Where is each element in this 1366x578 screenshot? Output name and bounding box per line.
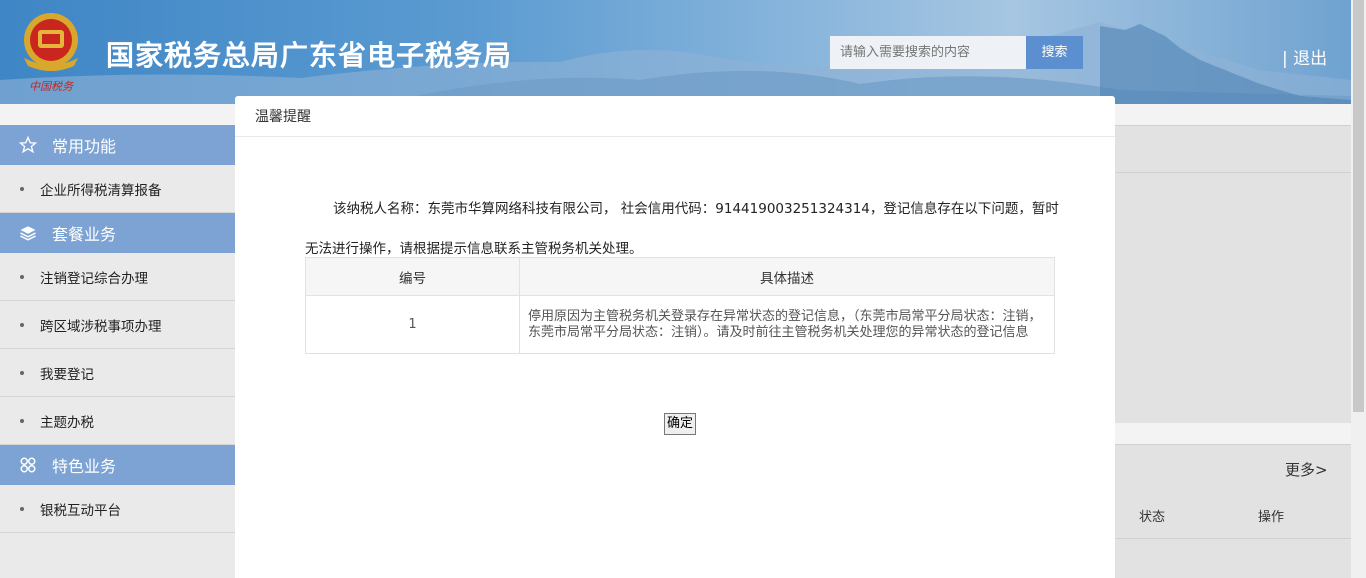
sidebar-item-label: 企业所得税清算报备	[40, 182, 162, 199]
sidebar-item-label: 我要登记	[40, 366, 94, 383]
background-panel-top	[1115, 125, 1351, 423]
sidebar-item-register[interactable]: 我要登记	[0, 349, 235, 397]
scrollbar-thumb[interactable]	[1353, 0, 1364, 412]
sidebar-section-label: 套餐业务	[52, 225, 117, 244]
warning-dialog: 温馨提醒 该纳税人名称：东莞市华算网络科技有限公司， 社会信用代码：914419…	[235, 96, 1115, 578]
site-title: 国家税务总局广东省电子税务局	[106, 39, 513, 72]
sidebar-item-label: 注销登记综合办理	[40, 270, 148, 287]
tax-emblem-logo: 中国税务	[24, 13, 78, 93]
sidebar-section-label: 特色业务	[52, 457, 117, 476]
logout-link[interactable]: | 退出	[1282, 44, 1327, 69]
sidebar: 常用功能 企业所得税清算报备 套餐业务 注销登记综合办理 跨区域涉税事项办理 我…	[0, 125, 235, 578]
more-link[interactable]: 更多>	[1285, 459, 1328, 480]
bullet-icon	[20, 418, 24, 423]
sidebar-item-income-tax-filing[interactable]: 企业所得税清算报备	[0, 165, 235, 213]
table-header-row: 编号 具体描述	[305, 257, 1055, 296]
star-icon	[18, 135, 38, 155]
column-header-number: 编号	[305, 257, 520, 296]
search-button[interactable]: 搜索	[1026, 36, 1083, 69]
sidebar-item-deregistration[interactable]: 注销登记综合办理	[0, 253, 235, 301]
layers-icon	[18, 223, 38, 243]
sidebar-section-label: 常用功能	[52, 137, 117, 156]
divider	[1115, 538, 1351, 539]
bullet-icon	[20, 506, 24, 511]
bullet-icon	[20, 274, 24, 279]
confirm-button[interactable]: 确定	[664, 413, 696, 435]
sidebar-item-bank-tax-platform[interactable]: 银税互动平台	[0, 485, 235, 533]
sidebar-item-theme-tax[interactable]: 主题办税	[0, 397, 235, 445]
grid-icon	[18, 455, 38, 475]
issue-table: 编号 具体描述 1 停用原因为主管税务机关登录存在异常状态的登记信息，（东莞市局…	[305, 257, 1055, 354]
column-header-description: 具体描述	[519, 257, 1055, 296]
divider	[1115, 172, 1351, 173]
sidebar-item-label: 跨区域涉税事项办理	[40, 318, 162, 335]
sidebar-item-label: 主题办税	[40, 414, 94, 431]
column-header-status: 状态	[1139, 510, 1166, 525]
bullet-icon	[20, 370, 24, 375]
sidebar-section-packages[interactable]: 套餐业务	[0, 213, 235, 253]
page-scrollbar[interactable]	[1351, 0, 1366, 578]
column-header-operation: 操作	[1258, 510, 1285, 525]
row-number: 1	[305, 295, 520, 354]
svg-text:中国税务: 中国税务	[29, 80, 74, 93]
sidebar-item-cross-region[interactable]: 跨区域涉税事项办理	[0, 301, 235, 349]
bullet-icon	[20, 186, 24, 191]
sidebar-section-special[interactable]: 特色业务	[0, 445, 235, 485]
sidebar-section-common[interactable]: 常用功能	[0, 125, 235, 165]
table-row: 1 停用原因为主管税务机关登录存在异常状态的登记信息，（东莞市局常平分局状态：注…	[305, 295, 1055, 354]
dialog-title: 温馨提醒	[235, 96, 1115, 137]
sidebar-item-label: 银税互动平台	[40, 502, 121, 519]
row-description: 停用原因为主管税务机关登录存在异常状态的登记信息，（东莞市局常平分局状态：注销，…	[519, 295, 1055, 354]
site-header: 中国税务 国家税务总局广东省电子税务局 搜索 | 退出	[0, 0, 1351, 104]
bullet-icon	[20, 322, 24, 327]
search-input[interactable]	[830, 36, 1026, 69]
